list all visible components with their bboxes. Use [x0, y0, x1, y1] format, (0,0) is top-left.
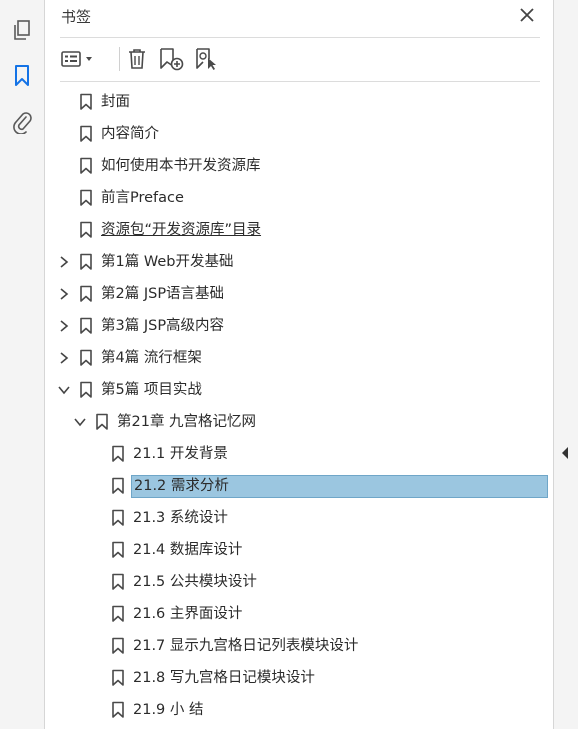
bookmark-icon: [79, 285, 93, 303]
bookmark-from-selection-icon: [196, 48, 216, 70]
bookmark-label: 如何使用本书开发资源库: [101, 158, 261, 174]
bookmark-label: 第2篇 JSP语言基础: [101, 286, 225, 302]
bookmark-label: 21.3 系统设计: [133, 510, 228, 526]
options-menu-icon: [61, 51, 92, 67]
chevron-right-icon[interactable]: [57, 318, 71, 334]
bookmark-row[interactable]: 21.3 系统设计: [45, 504, 553, 532]
bookmark-icon: [79, 125, 93, 143]
bookmarks-icon[interactable]: [8, 62, 36, 90]
bookmark-row[interactable]: 第3篇 JSP高级内容: [45, 312, 553, 340]
options-menu-button[interactable]: [60, 45, 98, 73]
bookmark-label: 内容简介: [101, 126, 159, 142]
bookmark-row[interactable]: 第5篇 项目实战: [45, 376, 553, 404]
attachments-icon[interactable]: [8, 108, 36, 136]
bookmark-row[interactable]: 21.4 数据库设计: [45, 536, 553, 564]
bookmark-row[interactable]: 内容简介: [45, 120, 553, 148]
panel-title: 书签: [61, 8, 92, 26]
bookmark-label: 21.5 公共模块设计: [133, 574, 257, 590]
bookmark-icon: [79, 93, 93, 111]
bookmark-icon: [79, 253, 93, 271]
bookmark-row[interactable]: 21.7 显示九宫格日记列表模块设计: [45, 632, 553, 660]
bookmark-label: 第5篇 项目实战: [101, 382, 202, 398]
bookmark-icon: [79, 349, 93, 367]
delete-bookmark-button[interactable]: [124, 45, 150, 73]
bookmark-icon: [111, 637, 125, 655]
chevron-right-icon[interactable]: [57, 350, 71, 366]
bookmark-label: 21.2 需求分析: [131, 475, 548, 498]
bookmark-label: 21.9 小 结: [133, 702, 204, 718]
collapse-panel-handle[interactable]: [560, 445, 570, 461]
bookmark-icon: [111, 573, 125, 591]
bookmark-icon: [111, 669, 125, 687]
bookmark-row[interactable]: 21.5 公共模块设计: [45, 568, 553, 596]
new-bookmark-button[interactable]: [156, 45, 186, 73]
bookmark-icon: [79, 189, 93, 207]
chevron-right-icon[interactable]: [57, 254, 71, 270]
left-navigation-rail: [0, 0, 45, 729]
bookmark-row[interactable]: 资源包“开发资源库”目录: [45, 216, 553, 244]
bookmark-label: 21.8 写九宫格日记模块设计: [133, 670, 315, 686]
bookmark-row[interactable]: 第4篇 流行框架: [45, 344, 553, 372]
bookmark-label: 21.4 数据库设计: [133, 542, 243, 558]
bookmark-row[interactable]: 21.9 小 结: [45, 696, 553, 724]
bookmark-icon: [111, 445, 125, 463]
close-panel-button[interactable]: [517, 5, 537, 25]
bookmark-row[interactable]: 如何使用本书开发资源库: [45, 152, 553, 180]
bookmark-label: 前言Preface: [101, 190, 184, 206]
toolbar-separator: [119, 47, 120, 71]
chevron-down-icon[interactable]: [57, 382, 71, 398]
right-gutter: [553, 0, 578, 729]
bookmark-icon: [79, 381, 93, 399]
bookmark-label: 封面: [101, 94, 130, 110]
bookmark-label: 21.1 开发背景: [133, 446, 228, 462]
bookmark-icon: [79, 221, 93, 239]
bookmark-label: 21.7 显示九宫格日记列表模块设计: [133, 638, 359, 654]
bookmark-row[interactable]: 21.1 开发背景: [45, 440, 553, 468]
bookmarks-panel: 书签 封面 内容简介 如何使用本书开发资源库 前言Preface 资源包“开发资…: [45, 0, 553, 729]
bookmark-label: 第21章 九宫格记忆网: [117, 414, 257, 430]
bookmark-row[interactable]: 21.6 主界面设计: [45, 600, 553, 628]
bookmark-row[interactable]: 第1篇 Web开发基础: [45, 248, 553, 276]
toolbar-divider: [60, 81, 540, 82]
bookmark-row[interactable]: 封面: [45, 88, 553, 116]
bookmark-row[interactable]: 第2篇 JSP语言基础: [45, 280, 553, 308]
bookmark-icon: [79, 317, 93, 335]
pages-icon[interactable]: [8, 16, 36, 44]
triangle-left-icon: [562, 447, 568, 459]
bookmark-from-selection-button[interactable]: [192, 45, 222, 73]
bookmark-label: 第4篇 流行框架: [101, 350, 202, 366]
bookmark-row[interactable]: 21.2 需求分析: [45, 472, 553, 500]
bookmark-label: 21.6 主界面设计: [133, 606, 243, 622]
new-bookmark-icon: [160, 48, 184, 71]
bookmark-icon: [111, 477, 125, 495]
bookmark-row[interactable]: 21.8 写九宫格日记模块设计: [45, 664, 553, 692]
header-divider: [60, 37, 540, 38]
bookmark-label: 第1篇 Web开发基础: [101, 254, 234, 270]
bookmark-icon: [95, 413, 109, 431]
bookmark-icon: [79, 157, 93, 175]
bookmark-icon: [111, 605, 125, 623]
bookmark-icon: [111, 541, 125, 559]
bookmark-label: 第3篇 JSP高级内容: [101, 318, 225, 334]
bookmark-row[interactable]: 前言Preface: [45, 184, 553, 212]
chevron-right-icon[interactable]: [57, 286, 71, 302]
bookmark-label: 资源包“开发资源库”目录: [101, 222, 262, 238]
delete-bookmark-icon: [129, 49, 145, 69]
close-icon: [520, 8, 534, 22]
bookmark-icon: [111, 701, 125, 719]
bookmark-icon: [111, 509, 125, 527]
bookmark-toolbar: [60, 43, 540, 75]
bookmark-row[interactable]: 第21章 九宫格记忆网: [45, 408, 553, 436]
chevron-down-icon[interactable]: [73, 414, 87, 430]
